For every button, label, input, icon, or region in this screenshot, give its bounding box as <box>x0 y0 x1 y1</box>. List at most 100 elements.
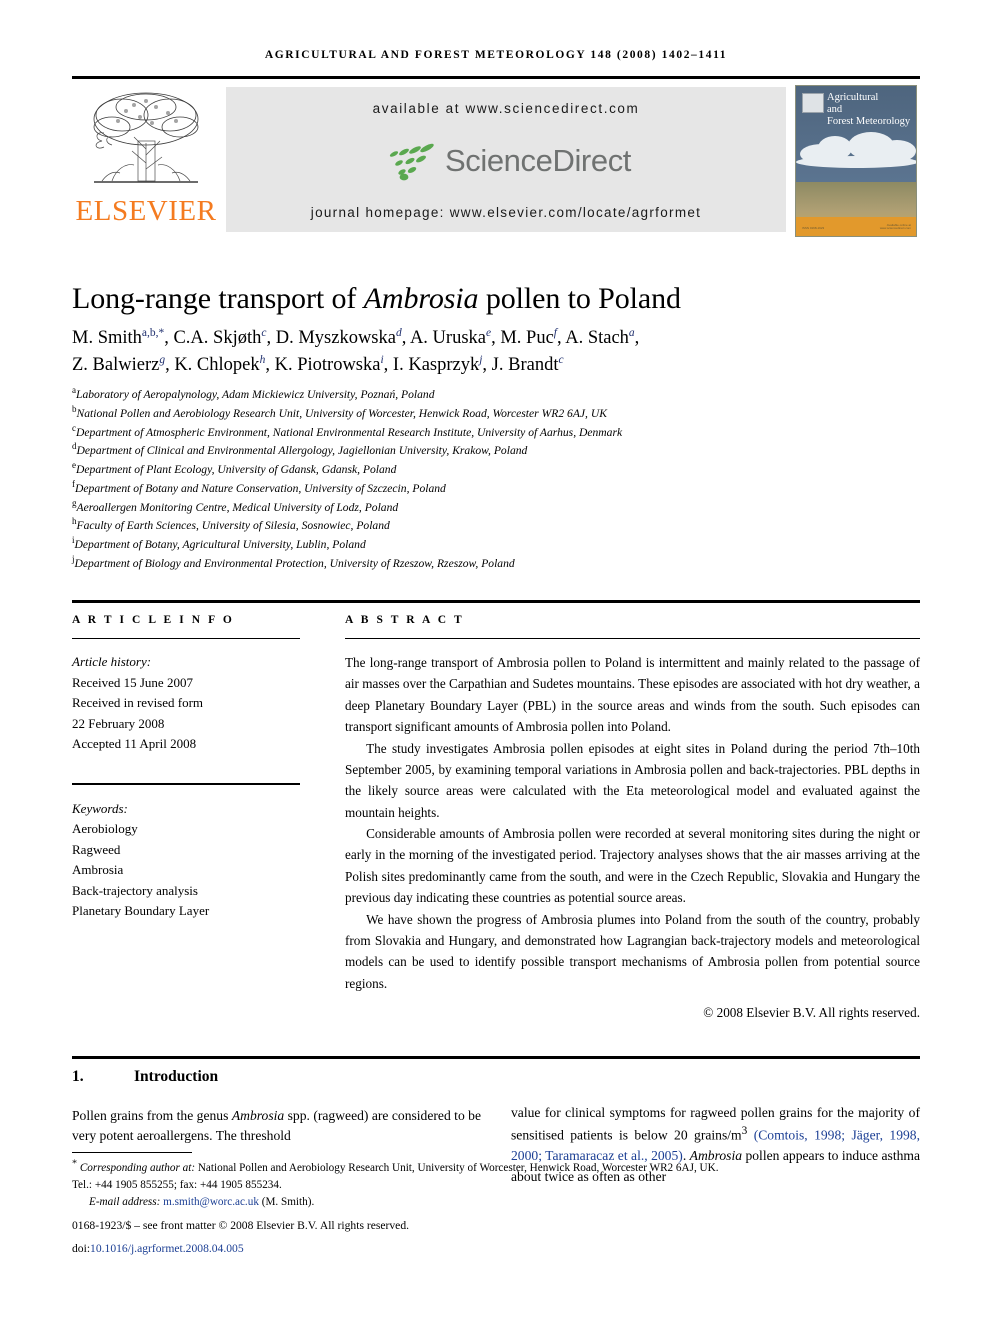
sciencedirect-banner: available at www.sciencedirect.com Scien… <box>226 87 786 232</box>
affiliation-item: fDepartment of Botany and Nature Conserv… <box>72 480 920 499</box>
title-part-1: Long-range transport of <box>72 282 364 316</box>
article-info-rule <box>72 638 300 639</box>
affiliation-text: National Pollen and Aerobiology Research… <box>76 406 607 420</box>
abstract-column: A B S T R A C T The long-range transport… <box>345 614 920 1023</box>
available-at-text: available at www.sciencedirect.com <box>372 101 640 116</box>
email-link[interactable]: m.smith@worc.ac.uk <box>163 1196 259 1208</box>
sciencedirect-swoosh-icon <box>389 143 434 180</box>
footnote-rule <box>72 1152 192 1153</box>
article-info-column: A R T I C L E I N F O Article history: R… <box>72 614 300 922</box>
author: J. Brandtc <box>491 354 564 375</box>
abstract-paragraph: The study investigates Ambrosia pollen e… <box>345 740 920 820</box>
cover-title: Agricultural and Forest Meteorology <box>827 92 912 128</box>
history-accepted: Accepted 11 April 2008 <box>72 736 197 752</box>
affiliation-item: gAeroallergen Monitoring Centre, Medical… <box>72 498 920 518</box>
cover-fineprint-left: ISSN 0168-1923 <box>802 226 825 231</box>
cover-title-line1: Agricultural <box>827 92 879 103</box>
affiliation-text: Department of Atmospheric Environment, N… <box>76 425 623 439</box>
author-affil-mark: i <box>380 353 384 366</box>
author-name: A. Uruska <box>409 328 486 348</box>
paper-page: Agricultural and Forest Meteorology 148 … <box>0 0 992 1323</box>
affiliation-item: hFaculty of Earth Sciences, University o… <box>72 517 920 536</box>
author-name: M. Puc <box>500 328 554 348</box>
keywords-label: Keywords: <box>72 800 128 816</box>
author: K. Piotrowskai <box>274 353 384 375</box>
author-affil-mark: a <box>628 326 635 339</box>
sciencedirect-wordmark: ScienceDirect <box>444 143 632 178</box>
journal-homepage-text: journal homepage: www.elsevier.com/locat… <box>310 205 702 220</box>
keyword-item: Planetary Boundary Layer <box>72 903 210 919</box>
corresponding-author-note: * Corresponding author at: National Poll… <box>72 1158 920 1177</box>
journal-cover-thumbnail: Agricultural and Forest Meteorology ISSN… <box>792 79 920 242</box>
doi-link[interactable]: 10.1016/j.agrformet.2008.04.005 <box>90 1242 244 1255</box>
author-name: Z. Balwierz <box>72 354 160 375</box>
author: D. Myszkowskad <box>275 326 402 348</box>
cover-publisher-mark <box>802 93 824 113</box>
history-label: Article history: <box>72 654 152 669</box>
abstract-paragraph: Considerable amounts of Ambrosia pollen … <box>345 826 920 906</box>
affiliation-item: aLaboratory of Aeropalynology, Adam Mick… <box>72 386 920 405</box>
author: Z. Balwierzg <box>72 353 166 375</box>
author-name: M. Smith <box>72 328 142 348</box>
elsevier-tree-icon <box>93 92 199 183</box>
footnote-star-marker: * <box>72 1158 78 1170</box>
affiliation-item: iDepartment of Botany, Agricultural Univ… <box>72 536 920 555</box>
author-name: J. Brandt <box>491 354 559 375</box>
affiliation-item: eDepartment of Plant Ecology, University… <box>72 461 920 480</box>
author-affil-mark: h <box>259 353 266 366</box>
author-name: A. Stach <box>565 328 629 348</box>
author-affil-mark: f <box>553 326 557 339</box>
title-italic-genus: Ambrosia <box>363 282 479 316</box>
author-name: D. Myszkowska <box>275 328 396 348</box>
author-name: K. Piotrowska <box>274 354 381 375</box>
section-number: 1. <box>72 1068 84 1085</box>
title-part-2: pollen to Poland <box>478 282 681 316</box>
abstract-paragraph: We have shown the progress of Ambrosia p… <box>345 911 920 991</box>
column-spacer <box>511 1068 920 1103</box>
affiliation-text: Department of Botany and Nature Conserva… <box>75 481 446 495</box>
author: A. Stacha <box>565 326 635 348</box>
section-divider-body <box>72 1056 920 1059</box>
history-received: Received 15 June 2007 <box>72 674 193 690</box>
author: I. Kasprzykj <box>393 353 483 375</box>
article-title: Long-range transport of Ambrosia pollen … <box>72 282 920 317</box>
author-name: K. Chlopek <box>174 354 260 375</box>
affiliation-item: jDepartment of Biology and Environmental… <box>72 555 920 574</box>
cover-title-line2: and <box>827 104 843 116</box>
journal-masthead: ELSEVIER available at www.sciencedirect.… <box>72 76 920 242</box>
history-revised-label: Received in revised form <box>72 695 204 711</box>
telephone-note: Tel.: +44 1905 855255; fax: +44 1905 855… <box>72 1179 282 1192</box>
abstract-heading: A B S T R A C T <box>345 614 465 626</box>
front-matter-line: 0168-1923/$ – see front matter © 2008 El… <box>72 1219 410 1233</box>
sciencedirect-logo: ScienceDirect <box>381 141 631 181</box>
author: M. Pucf <box>500 326 557 348</box>
keyword-item: Back-trajectory analysis <box>72 882 198 898</box>
section-title: Introduction <box>134 1068 219 1085</box>
affiliation-list: aLaboratory of Aeropalynology, Adam Mick… <box>72 386 920 574</box>
article-history: Article history: Received 15 June 2007 R… <box>72 652 300 755</box>
elsevier-wordmark: ELSEVIER <box>75 195 217 227</box>
affiliation-text: Department of Clinical and Environmental… <box>76 444 528 458</box>
section-divider-top <box>72 600 920 603</box>
author: C.A. Skjøthc <box>173 326 267 348</box>
author-affil-mark: c <box>261 326 267 339</box>
running-head: Agricultural and Forest Meteorology 148 … <box>264 49 728 61</box>
author-affil-mark: g <box>159 353 166 366</box>
author: M. Smitha,b,* <box>72 327 164 348</box>
email-note: E-mail address: m.smith@worc.ac.uk (M. S… <box>72 1194 920 1211</box>
article-info-heading: A R T I C L E I N F O <box>72 614 235 626</box>
abstract-rule <box>345 638 920 639</box>
keywords-block: Keywords: Aerobiology Ragweed Ambrosia B… <box>72 799 300 922</box>
author: K. Chlopekh <box>174 353 266 375</box>
author-affil-mark: d <box>395 326 402 339</box>
doi-line: doi:10.1016/j.agrformet.2008.04.005 <box>72 1240 920 1257</box>
abstract-copyright: © 2008 Elsevier B.V. All rights reserved… <box>703 1005 920 1020</box>
author: A. Uruskae <box>409 327 491 348</box>
author-affil-mark: j <box>479 353 483 366</box>
affiliation-text: Laboratory of Aeropalynology, Adam Micki… <box>76 388 435 401</box>
affiliation-text: Department of Plant Ecology, University … <box>76 463 397 477</box>
author-name: C.A. Skjøth <box>173 328 262 348</box>
abstract-paragraph: The long-range transport of Ambrosia pol… <box>345 655 920 735</box>
history-revised-date: 22 February 2008 <box>72 715 165 731</box>
keywords-rule <box>72 782 300 785</box>
